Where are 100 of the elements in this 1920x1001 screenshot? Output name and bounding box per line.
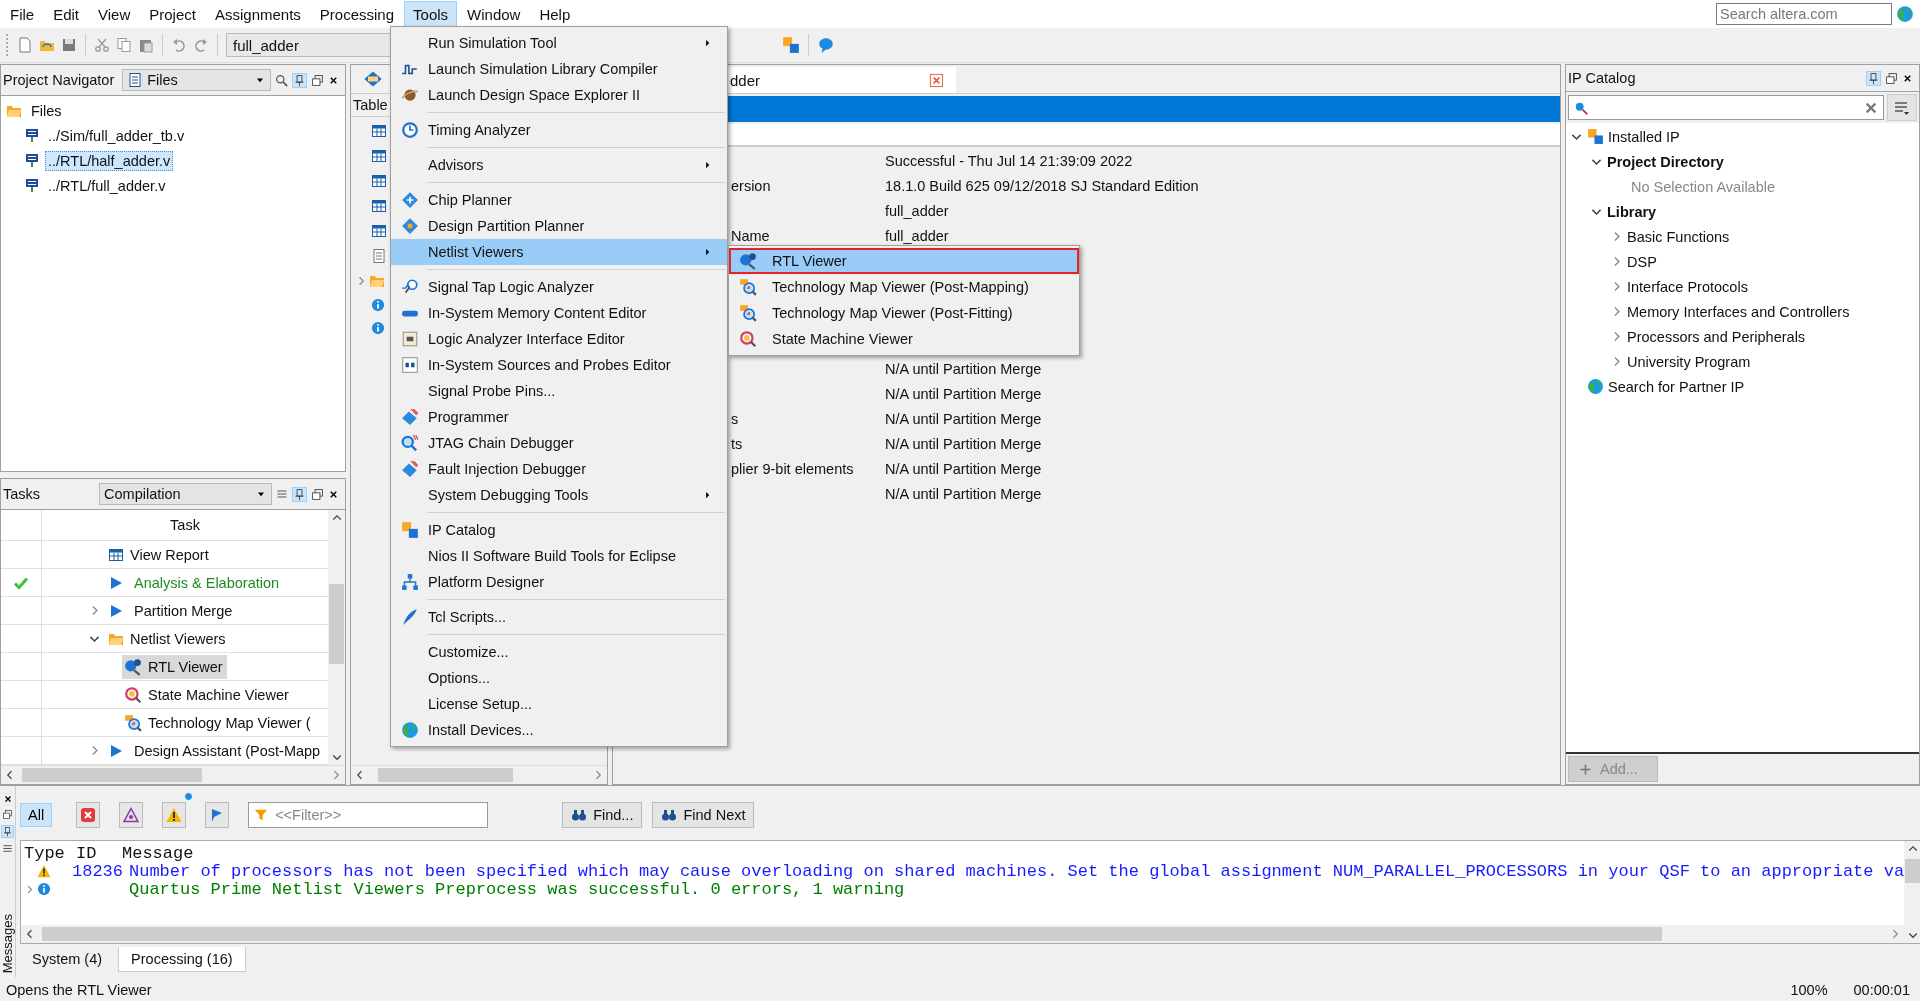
menu-item[interactable]: Chip Planner [391, 187, 727, 213]
menu-bar-item[interactable]: Project [140, 0, 205, 28]
tree-item[interactable]: DSP [1627, 253, 1657, 270]
menu-item[interactable]: Timing Analyzer [391, 117, 727, 143]
speech-bubble-icon[interactable] [817, 36, 835, 54]
menu-item[interactable]: In-System Sources and Probes Editor [391, 352, 727, 378]
menu-item[interactable]: Netlist Viewers [391, 239, 727, 265]
scrollbar-track[interactable] [1, 765, 345, 784]
task-item[interactable]: Design Assistant (Post-Mapp [134, 742, 321, 759]
menu-item[interactable]: Logic Analyzer Interface Editor [391, 326, 727, 352]
menu-item[interactable]: Design Partition Planner [391, 213, 727, 239]
task-item[interactable]: Analysis & Elaboration [134, 574, 280, 591]
menu-item[interactable]: Signal Probe Pins... [391, 378, 727, 404]
menu-bar-item[interactable]: Tools [404, 0, 458, 28]
menu-item[interactable]: Advisors [391, 152, 727, 178]
menu-item[interactable]: RTL Viewer [729, 248, 1079, 274]
float-window-icon[interactable] [2, 809, 13, 820]
filter-toggle[interactable] [119, 802, 144, 828]
task-item[interactable]: State Machine Viewer [122, 682, 293, 707]
filter-field[interactable]: <<Filter>> [248, 802, 489, 828]
message-text[interactable]: Number of processors has not been specified which may cause overloading on shared machines. Set the global assignment NUM_PARALLEL_PROCESSORS in your QSF to an appropriate va [129, 861, 1905, 881]
tree-item[interactable]: Library [1607, 203, 1657, 220]
scissors-icon[interactable] [94, 37, 110, 53]
diamond-icon[interactable] [363, 69, 383, 89]
view-dropdown[interactable]: Files [122, 69, 271, 91]
task-item[interactable]: RTL Viewer [122, 654, 227, 679]
scrollbar-thumb[interactable] [378, 768, 513, 782]
pin-icon[interactable] [293, 73, 306, 87]
menu-item[interactable]: Signal Tap Logic Analyzer [391, 274, 727, 300]
menu-item[interactable]: Tcl Scripts... [391, 604, 727, 630]
pin-icon[interactable] [293, 487, 306, 501]
blocks-icon[interactable] [782, 36, 800, 54]
clipboard-icon[interactable] [138, 37, 154, 53]
menu-item[interactable]: License Setup... [391, 691, 727, 717]
source-file-entry[interactable]: ../RTL/full_adder.v [45, 175, 169, 196]
float-window-icon[interactable] [311, 73, 324, 87]
tree-item[interactable]: Memory Interfaces and Controllers [1627, 303, 1850, 320]
menu-item[interactable]: In-System Memory Content Editor [391, 300, 727, 326]
globe-icon[interactable] [1896, 5, 1914, 23]
find-button[interactable]: Find Next [652, 802, 755, 828]
tree-item[interactable]: Project Directory [1607, 153, 1724, 170]
tree-item[interactable]: University Program [1627, 353, 1751, 370]
task-item[interactable]: Netlist Viewers [130, 630, 226, 647]
undo-icon[interactable] [171, 37, 187, 53]
scrollbar-track[interactable] [21, 925, 1905, 943]
menu-item[interactable]: System Debugging Tools [391, 482, 727, 508]
menu-bar-item[interactable]: Processing [310, 0, 404, 28]
close-icon[interactable] [2, 794, 13, 804]
scrollbar-thumb[interactable] [1905, 859, 1920, 883]
task-item[interactable]: Partition Merge [134, 602, 233, 619]
scrollbar-track[interactable] [1904, 841, 1920, 943]
menu-item[interactable]: Programmer [391, 404, 727, 430]
menu-bar-item[interactable]: File [1, 0, 44, 28]
clear-icon[interactable] [1864, 101, 1878, 115]
task-item[interactable]: Technology Map Viewer ( [122, 710, 315, 735]
tree-item[interactable]: Basic Functions [1627, 228, 1730, 245]
scrollbar-thumb[interactable] [22, 768, 202, 782]
filter-toggle[interactable]: All [20, 803, 53, 827]
find-button[interactable]: Find... [562, 802, 643, 828]
tree-item[interactable]: Search for Partner IP [1608, 378, 1745, 395]
menu-item[interactable]: IP Catalog [391, 517, 727, 543]
menu-bar-item[interactable]: Help [530, 0, 580, 28]
options-button[interactable] [1887, 94, 1917, 121]
task-item[interactable]: View Report [130, 546, 209, 563]
source-file-entry[interactable]: ../RTL/half_adder.v [45, 150, 174, 171]
menu-item[interactable]: Install Devices... [391, 717, 727, 743]
filter-toggle[interactable] [205, 802, 230, 828]
menu-bar-item[interactable]: View [89, 0, 140, 28]
tree-item[interactable]: Files [28, 100, 65, 121]
menu-item[interactable]: Technology Map Viewer (Post-Fitting) [729, 300, 1079, 326]
float-window-icon[interactable] [311, 487, 324, 501]
menu-item[interactable]: Fault Injection Debugger [391, 456, 727, 482]
tab[interactable]: System (4) [20, 947, 115, 972]
tree-item[interactable]: Interface Protocols [1627, 278, 1748, 295]
scrollbar-thumb[interactable] [329, 584, 344, 664]
scrollbar-track[interactable] [328, 510, 345, 765]
message-text[interactable]: Quartus Prime Netlist Viewers Preprocess was successful. 0 errors, 1 warning [129, 879, 905, 899]
search-field[interactable]: Search altera.com [1716, 3, 1892, 25]
tree-item[interactable]: Installed IP [1608, 128, 1680, 145]
menu-bar-item[interactable]: Assignments [205, 0, 310, 28]
pin-icon[interactable] [1867, 71, 1880, 85]
menu-item[interactable]: Options... [391, 665, 727, 691]
flow-dropdown[interactable]: Compilation [99, 483, 272, 505]
copy-icon[interactable] [116, 37, 132, 53]
menu-item[interactable]: State Machine Viewer [729, 326, 1079, 352]
pin-icon[interactable] [2, 826, 13, 837]
tree-item[interactable]: Processors and Peripherals [1627, 328, 1806, 345]
menu-item[interactable]: JTAG Chain Debugger [391, 430, 727, 456]
scrollbar-thumb[interactable] [42, 927, 1662, 941]
float-window-icon[interactable] [1885, 71, 1898, 85]
scrollbar-track[interactable] [351, 765, 607, 784]
menu-item[interactable]: Platform Designer [391, 569, 727, 595]
menu-icon[interactable] [2, 843, 13, 854]
tab[interactable]: Processing (16) [118, 947, 246, 972]
search-field[interactable] [1568, 95, 1884, 120]
redo-icon[interactable] [193, 37, 209, 53]
menu-bar-item[interactable]: Edit [44, 0, 89, 28]
menu-item[interactable]: Nios II Software Build Tools for Eclipse [391, 543, 727, 569]
source-file-entry[interactable]: ../Sim/full_adder_tb.v [45, 125, 188, 146]
menu-item[interactable]: Technology Map Viewer (Post-Mapping) [729, 274, 1079, 300]
